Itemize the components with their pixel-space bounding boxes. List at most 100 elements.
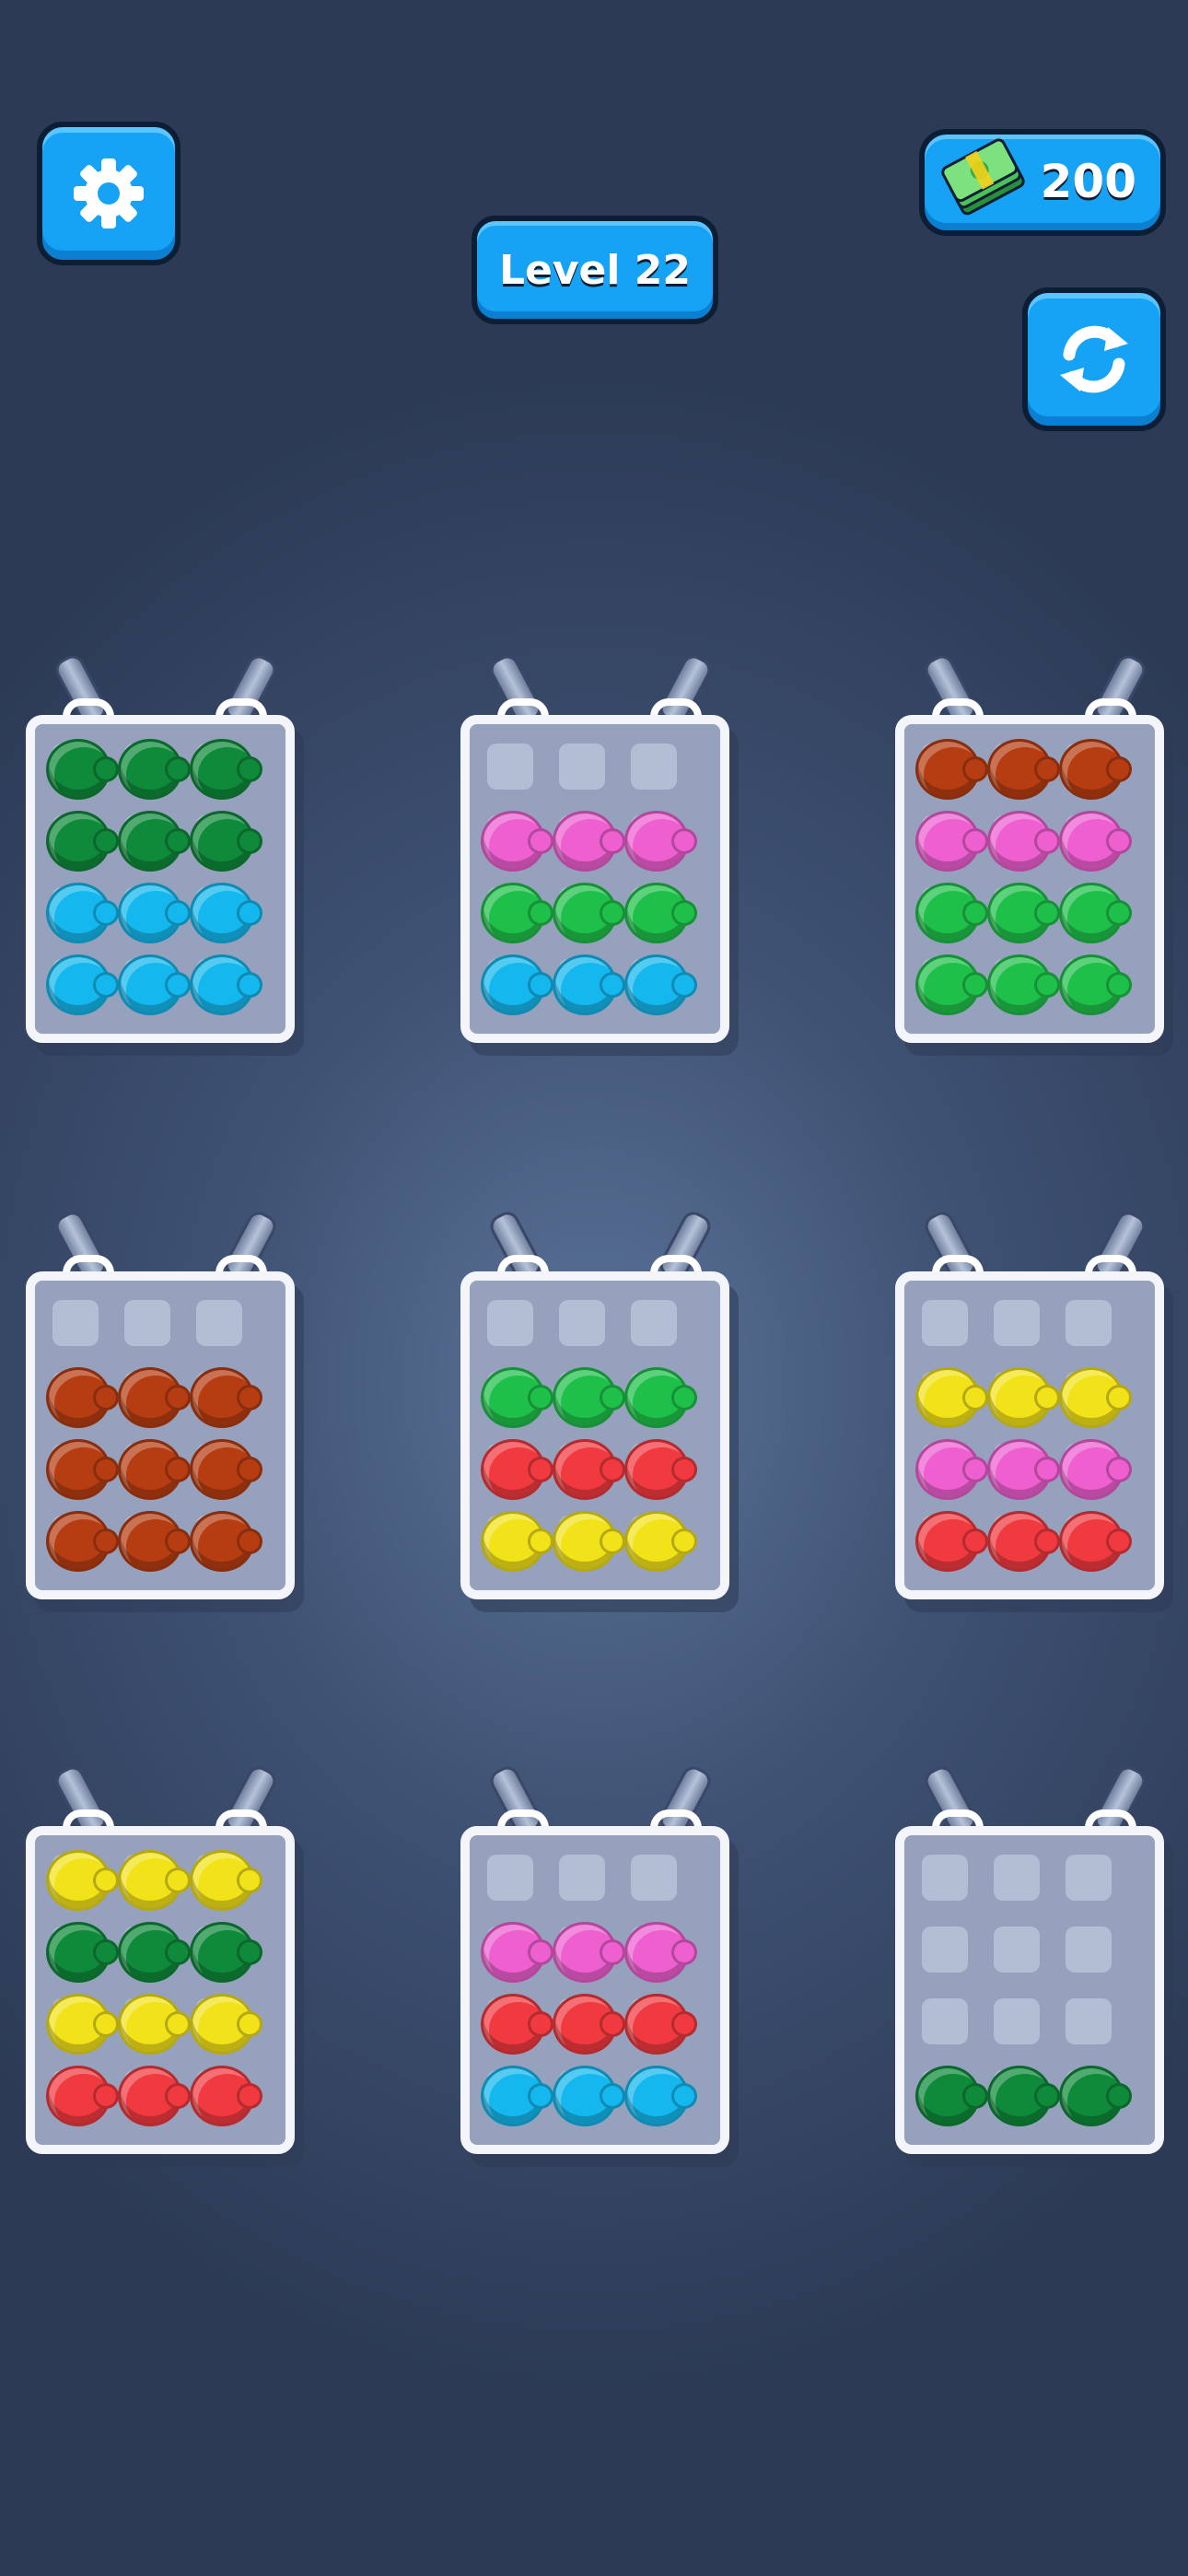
brown-piece[interactable] [46, 1511, 119, 1572]
red-piece[interactable] [553, 1994, 625, 2055]
pin-board[interactable] [895, 1207, 1171, 1599]
red-piece[interactable] [624, 1439, 697, 1500]
yellow-piece[interactable] [481, 1511, 553, 1572]
cyan-piece[interactable] [118, 883, 191, 943]
cyan-piece[interactable] [190, 954, 262, 1015]
brown-piece[interactable] [46, 1367, 119, 1428]
green-piece[interactable] [190, 811, 262, 872]
board-panel[interactable] [460, 715, 729, 1043]
green-piece[interactable] [190, 739, 262, 800]
lime-piece[interactable] [624, 883, 697, 943]
red-piece[interactable] [1059, 1511, 1132, 1572]
yellow-piece[interactable] [190, 1994, 262, 2055]
red-piece[interactable] [624, 1994, 697, 2055]
brown-piece[interactable] [987, 739, 1060, 800]
brown-piece[interactable] [118, 1367, 191, 1428]
green-piece[interactable] [915, 2066, 988, 2126]
yellow-piece[interactable] [624, 1511, 697, 1572]
pin-board[interactable] [26, 1762, 302, 2154]
board-panel[interactable] [26, 715, 295, 1043]
lime-piece[interactable] [987, 883, 1060, 943]
pink-piece[interactable] [553, 811, 625, 872]
red-piece[interactable] [553, 1439, 625, 1500]
yellow-piece[interactable] [987, 1367, 1060, 1428]
pink-piece[interactable] [987, 1439, 1060, 1500]
cyan-piece[interactable] [46, 883, 119, 943]
brown-piece[interactable] [190, 1367, 262, 1428]
pin-board[interactable] [26, 1207, 302, 1599]
board-panel[interactable] [895, 1271, 1164, 1599]
green-piece[interactable] [118, 1922, 191, 1983]
brown-piece[interactable] [46, 1439, 119, 1500]
cyan-piece[interactable] [553, 954, 625, 1015]
lime-piece[interactable] [553, 883, 625, 943]
green-piece[interactable] [987, 2066, 1060, 2126]
green-piece[interactable] [190, 1922, 262, 1983]
cyan-piece[interactable] [190, 883, 262, 943]
board-panel[interactable] [460, 1271, 729, 1599]
board-panel[interactable] [895, 715, 1164, 1043]
lime-piece[interactable] [481, 883, 553, 943]
pin-board[interactable] [460, 1207, 737, 1599]
lime-piece[interactable] [481, 1367, 553, 1428]
green-piece[interactable] [118, 811, 191, 872]
cyan-piece[interactable] [624, 954, 697, 1015]
brown-piece[interactable] [190, 1439, 262, 1500]
settings-button[interactable] [37, 122, 181, 265]
brown-piece[interactable] [915, 739, 988, 800]
lime-piece[interactable] [1059, 954, 1132, 1015]
yellow-piece[interactable] [915, 1367, 988, 1428]
brown-piece[interactable] [1059, 739, 1132, 800]
pin-board[interactable] [895, 650, 1171, 1043]
pink-piece[interactable] [481, 1922, 553, 1983]
pin-board[interactable] [26, 650, 302, 1043]
lime-piece[interactable] [624, 1367, 697, 1428]
pink-piece[interactable] [915, 1439, 988, 1500]
yellow-piece[interactable] [46, 1994, 119, 2055]
pink-piece[interactable] [1059, 811, 1132, 872]
brown-piece[interactable] [190, 1511, 262, 1572]
pin-board[interactable] [460, 1762, 737, 2154]
red-piece[interactable] [481, 1439, 553, 1500]
pink-piece[interactable] [481, 811, 553, 872]
yellow-piece[interactable] [1059, 1367, 1132, 1428]
red-piece[interactable] [987, 1511, 1060, 1572]
cyan-piece[interactable] [46, 954, 119, 1015]
cyan-piece[interactable] [481, 2066, 553, 2126]
board-panel[interactable] [26, 1826, 295, 2154]
pin-board[interactable] [460, 650, 737, 1043]
pink-piece[interactable] [624, 1922, 697, 1983]
board-panel[interactable] [895, 1826, 1164, 2154]
lime-piece[interactable] [987, 954, 1060, 1015]
red-piece[interactable] [118, 2066, 191, 2126]
green-piece[interactable] [46, 1922, 119, 1983]
yellow-piece[interactable] [118, 1994, 191, 2055]
yellow-piece[interactable] [118, 1850, 191, 1911]
pink-piece[interactable] [624, 811, 697, 872]
green-piece[interactable] [1059, 2066, 1132, 2126]
pink-piece[interactable] [1059, 1439, 1132, 1500]
board-panel[interactable] [460, 1826, 729, 2154]
cyan-piece[interactable] [624, 2066, 697, 2126]
red-piece[interactable] [190, 2066, 262, 2126]
green-piece[interactable] [46, 811, 119, 872]
cyan-piece[interactable] [118, 954, 191, 1015]
lime-piece[interactable] [553, 1367, 625, 1428]
pink-piece[interactable] [553, 1922, 625, 1983]
red-piece[interactable] [46, 2066, 119, 2126]
yellow-piece[interactable] [190, 1850, 262, 1911]
pink-piece[interactable] [987, 811, 1060, 872]
cyan-piece[interactable] [481, 954, 553, 1015]
lime-piece[interactable] [1059, 883, 1132, 943]
yellow-piece[interactable] [46, 1850, 119, 1911]
pink-piece[interactable] [915, 811, 988, 872]
green-piece[interactable] [46, 739, 119, 800]
brown-piece[interactable] [118, 1511, 191, 1572]
green-piece[interactable] [118, 739, 191, 800]
red-piece[interactable] [481, 1994, 553, 2055]
brown-piece[interactable] [118, 1439, 191, 1500]
restart-button[interactable] [1022, 287, 1166, 431]
lime-piece[interactable] [915, 954, 988, 1015]
red-piece[interactable] [915, 1511, 988, 1572]
board-panel[interactable] [26, 1271, 295, 1599]
